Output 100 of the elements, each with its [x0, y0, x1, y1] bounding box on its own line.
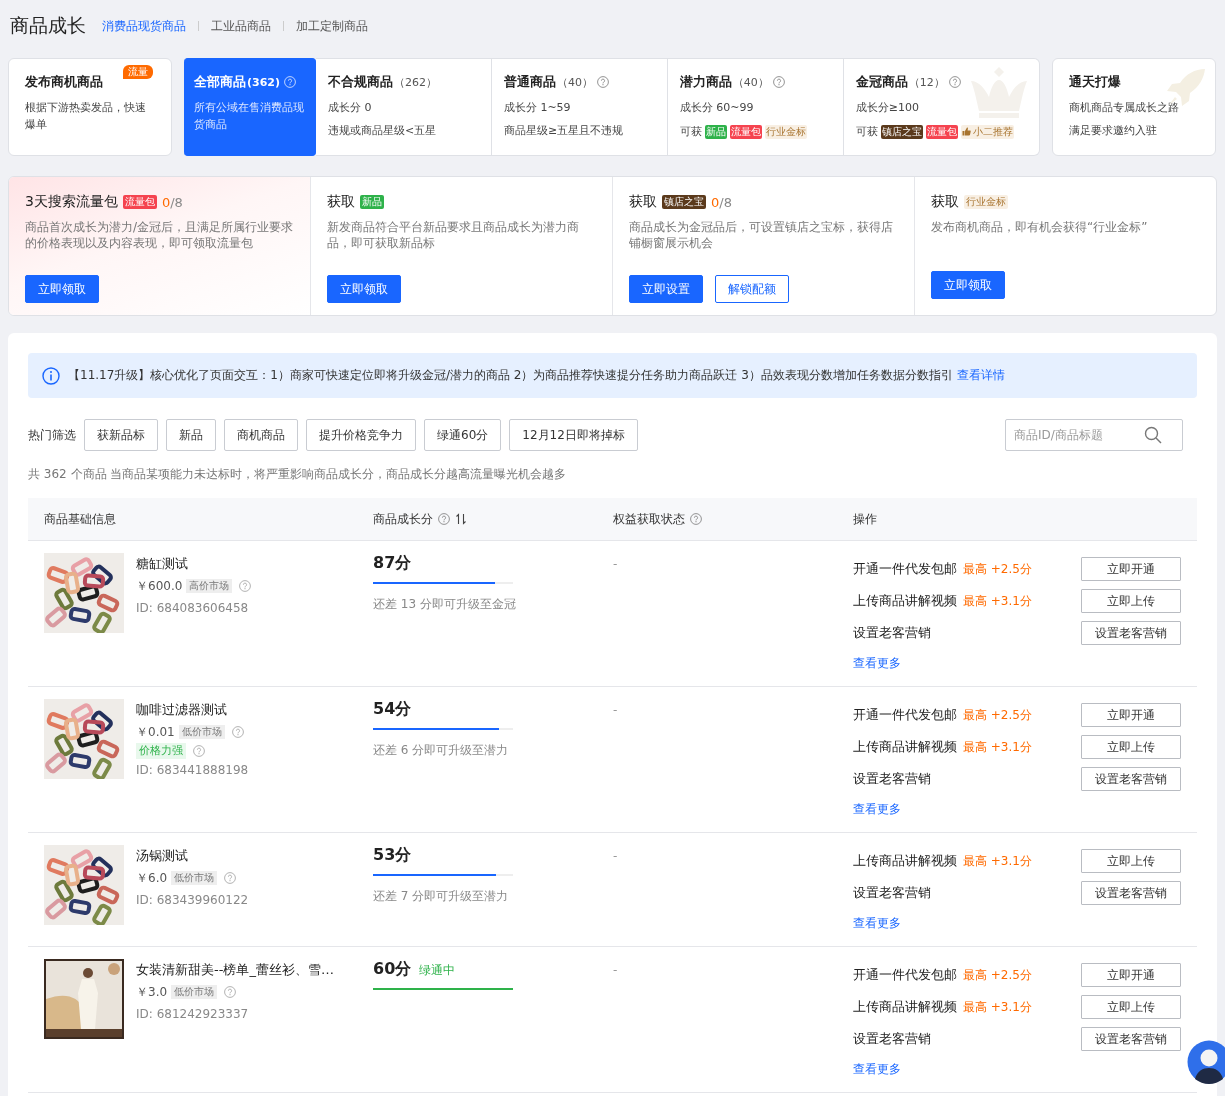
benefit-state: - — [613, 703, 618, 717]
task-label: 上传商品讲解视频 — [853, 998, 957, 1016]
stage-card[interactable]: 金冠商品（12） 成长分≥100 可获 镇店之宝 流量包 小二推荐 — [843, 58, 1040, 156]
filter-chip[interactable]: 新品 — [166, 419, 216, 451]
product-name: 女装清新甜美--榜单_蕾丝衫、雪… — [136, 961, 335, 979]
thumbs-up-icon — [961, 127, 971, 136]
product-price: ￥3.0 — [136, 984, 168, 1001]
stage-title: 发布商机商品 — [25, 73, 103, 91]
status-text: 绿通中 — [419, 962, 456, 979]
stage-description: 商机商品专属成长之路 — [1069, 100, 1180, 116]
task-label: 上传商品讲解视频 — [853, 738, 957, 756]
stage-title: 潜力商品 — [679, 73, 732, 91]
benefit-state: - — [613, 849, 618, 863]
upgrade-hint: 还差 7 分即可升级至潜力 — [373, 888, 510, 905]
upgrade-hint: 还差 13 分即可升级至金冠 — [373, 596, 517, 613]
stage-count: （40） — [732, 74, 769, 90]
view-more-link[interactable]: 查看更多 — [853, 655, 901, 672]
growth-score: 87分 — [373, 553, 412, 574]
tag-label: 镇店之宝 — [662, 195, 706, 209]
task-button[interactable]: 立即上传 — [1081, 589, 1181, 613]
bonus-text: 最高 +2.5分 — [963, 966, 1032, 984]
stage-title: 普通商品 — [503, 73, 556, 91]
bonus-text: 最高 +2.5分 — [963, 560, 1032, 578]
task-label: 设置老客营销 — [853, 1030, 931, 1048]
perks-label: 可获 — [855, 124, 878, 139]
task-button[interactable]: 设置老客营销 — [1081, 1027, 1181, 1051]
growth-score: 60分 — [373, 959, 412, 980]
assistant-avatar-icon[interactable] — [1187, 1040, 1225, 1084]
stage-title: 不合规商品 — [328, 73, 393, 91]
tag-label: 流量包 — [122, 195, 157, 209]
notice-text: 【11.17升级】核心优化了页面交互：1）商家可快速定位即将升级金冠/潜力的商品 2）为商品推荐快速提分任务助力商品跃迁 3）品效表现分数增加任务数据分数指引 查看详情 — [68, 367, 1005, 384]
task-button[interactable]: 设置老客营销 — [1081, 881, 1181, 905]
task-button[interactable]: 立即开通 — [1081, 557, 1181, 581]
task-label: 开通一件代发包邮 — [853, 966, 957, 984]
stage-description: 成长分 60~99 — [679, 100, 755, 116]
action-button[interactable]: 解锁配额 — [715, 275, 789, 303]
benefit-description: 发布商机商品，即有机会获得“行业金标” — [931, 219, 1149, 236]
column-header: 商品基础信息 — [44, 510, 116, 528]
category-tab[interactable]: 工业品商品 — [211, 17, 271, 35]
market-tag: 高价市场 — [186, 579, 233, 593]
benefit-title: 获取 — [629, 193, 657, 211]
stage-card[interactable]: 普通商品（40） 成长分 1~59 商品星级≥五星且不违规 — [491, 58, 668, 156]
summary-text: 共 362 个商品 当商品某项能力未达标时，将严重影响商品成长分，商品成长分越高流量曝光机会越多 — [28, 466, 568, 483]
action-button[interactable]: 立即领取 — [931, 271, 1005, 299]
perks-label: 可获 — [679, 124, 702, 139]
stage-description: 所有公域在售消费品现货商品 — [194, 100, 305, 133]
product-price: ￥0.01 — [136, 724, 175, 741]
category-tab[interactable]: 消费品现货商品 — [102, 17, 186, 35]
tag-label: 行业金标 — [764, 124, 807, 139]
task-button[interactable]: 设置老客营销 — [1081, 767, 1181, 791]
market-tag: 低价市场 — [178, 725, 225, 739]
stage-count: (362) — [247, 75, 281, 89]
product-id: ID: 684083606458 — [136, 600, 250, 617]
stage-description: 满足要求邀约入驻 — [1069, 123, 1158, 139]
filter-chip[interactable]: 商机商品 — [224, 419, 298, 451]
task-label: 设置老客营销 — [853, 624, 931, 642]
stage-description: 根据下游热卖发品，快速爆单 — [25, 100, 147, 133]
bonus-text: 最高 +2.5分 — [963, 706, 1032, 724]
product-name: 糖缸测试 — [136, 555, 189, 573]
action-button[interactable]: 立即设置 — [629, 275, 703, 303]
task-button[interactable]: 立即上传 — [1081, 995, 1181, 1019]
tag-label: 新品 — [360, 195, 384, 209]
view-more-link[interactable]: 查看更多 — [853, 915, 901, 932]
stage-description: 违规或商品星级<五星 — [328, 123, 438, 139]
help-icon — [239, 580, 252, 592]
product-id: ID: 681242923337 — [136, 1006, 250, 1023]
tag-label: 流量包 — [925, 124, 958, 139]
filter-chip[interactable]: 提升价格竞争力 — [306, 419, 416, 451]
filter-chip[interactable]: 获新品标 — [84, 419, 158, 451]
stage-description: 商品星级≥五星且不违规 — [503, 123, 625, 139]
page-title: 商品成长 — [10, 13, 86, 38]
stage-card[interactable]: 不合规商品（262） 成长分 0 违规或商品星级<五星 — [316, 58, 492, 156]
action-button[interactable]: 立即领取 — [327, 275, 401, 303]
benefit-title: 获取 — [327, 193, 355, 211]
task-button[interactable]: 立即开通 — [1081, 963, 1181, 987]
stage-card[interactable]: 全部商品(362) 所有公域在售消费品现货商品 — [184, 58, 316, 156]
task-button[interactable]: 立即开通 — [1081, 703, 1181, 727]
view-more-link[interactable]: 查看更多 — [853, 801, 901, 818]
stage-count: （262） — [394, 74, 437, 90]
view-more-link[interactable]: 查看更多 — [853, 1061, 901, 1078]
help-icon — [224, 986, 237, 998]
details-link[interactable]: 查看详情 — [956, 368, 1005, 382]
filter-chip[interactable]: 12月12日即将掉标 — [509, 419, 638, 451]
stage-description: 成长分 0 — [328, 100, 373, 116]
search-field[interactable]: 商品ID/商品标题 — [1005, 419, 1183, 451]
bonus-text: 最高 +3.1分 — [963, 998, 1032, 1016]
stage-card[interactable]: 发布商机商品 流量 根据下游热卖发品，快速爆单 — [8, 58, 172, 156]
product-name: 汤锅测试 — [136, 847, 189, 865]
task-button[interactable]: 设置老客营销 — [1081, 621, 1181, 645]
stage-card[interactable]: 通天打爆 商机商品专属成长之路 满足要求邀约入驻 — [1052, 58, 1216, 156]
column-header: 商品成长分 — [373, 510, 433, 528]
category-tab[interactable]: 加工定制商品 — [296, 17, 368, 35]
stage-description: 成长分≥100 — [855, 100, 920, 116]
task-button[interactable]: 立即上传 — [1081, 849, 1181, 873]
action-button[interactable]: 立即领取 — [25, 275, 99, 303]
filter-chip[interactable]: 绿通60分 — [424, 419, 502, 451]
help-icon — [193, 745, 205, 757]
task-button[interactable]: 立即上传 — [1081, 735, 1181, 759]
stage-card[interactable]: 潜力商品（40） 成长分 60~99 可获 新品 流量包 行业金标 — [667, 58, 844, 156]
market-tag: 低价市场 — [171, 871, 218, 885]
